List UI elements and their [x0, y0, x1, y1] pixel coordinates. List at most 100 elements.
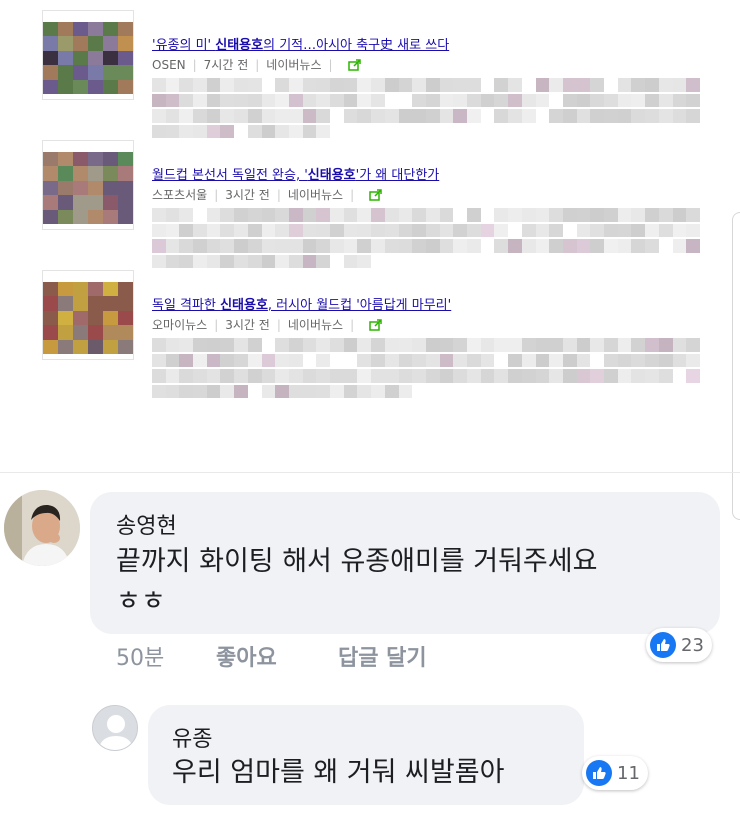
blur-pixel	[193, 208, 207, 222]
reply-reaction-count[interactable]: 11	[582, 756, 648, 790]
blur-pixel	[686, 124, 700, 138]
blur-pixel	[549, 254, 563, 268]
blur-pixel	[562, 124, 577, 138]
thumbnail-pixel	[58, 166, 73, 181]
blur-pixel	[631, 208, 646, 222]
blur-pixel	[152, 223, 166, 237]
thumbnail-pixel	[73, 209, 88, 224]
thumbnail-pixel	[118, 282, 133, 297]
news-section: '유종의 미' 신태용호의 기적…아시아 축구史 새로 쓰다 OSEN | 7시…	[0, 0, 740, 470]
thumbnail-pixel	[103, 152, 118, 167]
avatar[interactable]	[4, 490, 80, 566]
blur-pixel	[562, 239, 577, 253]
blur-pixel	[604, 124, 618, 138]
blur-pixel	[193, 239, 207, 253]
blur-pixel	[193, 124, 207, 138]
blur-pixel	[480, 124, 495, 138]
blur-pixel	[330, 223, 344, 237]
blur-pixel	[247, 338, 262, 352]
thumbnail-pixel	[58, 65, 73, 80]
blur-pixel	[261, 223, 276, 237]
blur-pixel	[521, 109, 536, 123]
news-portal-link[interactable]: 네이버뉴스	[266, 56, 321, 73]
scrollbar-edge[interactable]	[732, 212, 740, 520]
news-thumbnail[interactable]	[42, 270, 134, 360]
blur-pixel	[645, 93, 659, 107]
news-source: OSEN	[152, 57, 186, 72]
blur-pixel	[234, 254, 248, 268]
thumbnail-pixel	[43, 282, 58, 297]
blur-pixel	[206, 93, 221, 107]
thumbnail-pixel	[73, 325, 88, 340]
avatar-default[interactable]	[92, 705, 138, 751]
news-title-link[interactable]: 독일 격파한 신태용호, 러시아 월드컵 '아름답게 마무리'	[152, 294, 451, 313]
blur-pixel	[152, 93, 166, 107]
blur-pixel	[549, 239, 563, 253]
thumbnail-pixel	[103, 282, 118, 297]
blur-pixel	[357, 239, 372, 253]
section-divider	[0, 472, 740, 473]
reply-button[interactable]: 답글 달기	[338, 640, 427, 672]
blur-pixel	[686, 384, 700, 398]
blur-pixel	[193, 254, 207, 268]
blur-pixel	[398, 124, 413, 138]
blur-pixel	[439, 384, 454, 398]
blur-pixel	[521, 124, 536, 138]
blur-pixel	[316, 254, 331, 268]
news-thumbnail[interactable]	[42, 10, 134, 100]
blur-pixel	[508, 384, 522, 398]
blur-pixel	[330, 369, 344, 383]
blur-pixel	[672, 109, 687, 123]
thumbnail-pixel	[73, 79, 88, 94]
blur-pixel	[330, 93, 344, 107]
blur-pixel	[549, 124, 563, 138]
share-icon[interactable]	[369, 318, 383, 331]
blur-pixel	[672, 254, 687, 268]
blur-pixel	[467, 239, 481, 253]
blur-pixel	[549, 353, 563, 367]
blur-pixel	[508, 353, 522, 367]
blur-pixel	[425, 239, 440, 253]
thumbnail-pixel	[58, 79, 73, 94]
blur-pixel	[234, 338, 248, 352]
blur-pixel	[604, 239, 618, 253]
blur-pixel	[220, 384, 235, 398]
blur-pixel	[357, 78, 372, 92]
reply-author[interactable]: 유종	[172, 721, 212, 753]
blur-pixel	[398, 369, 413, 383]
profile-photo-icon	[4, 490, 80, 566]
blur-pixel	[521, 208, 536, 222]
blur-pixel	[261, 384, 276, 398]
blur-pixel	[521, 369, 536, 383]
blur-pixel	[220, 78, 235, 92]
blur-pixel	[193, 78, 207, 92]
like-button[interactable]: 좋아요	[216, 640, 338, 672]
blur-pixel	[152, 369, 166, 383]
share-icon[interactable]	[347, 58, 362, 71]
thumbnail-pixel	[73, 50, 88, 66]
thumbnail-pixel	[88, 152, 103, 167]
blur-pixel	[494, 353, 509, 367]
news-title-prefix: '유종의 미'	[152, 38, 216, 53]
blur-pixel	[590, 239, 605, 253]
blur-pixel	[357, 208, 372, 222]
news-title-link[interactable]: '유종의 미' 신태용호의 기적…아시아 축구史 새로 쓰다	[152, 34, 449, 53]
comment-time[interactable]: 50분	[116, 640, 216, 672]
share-icon[interactable]	[369, 188, 383, 201]
blur-pixel	[535, 254, 550, 268]
reaction-count[interactable]: 23	[646, 628, 712, 662]
blur-pixel	[206, 353, 221, 367]
blur-pixel	[604, 384, 618, 398]
blur-pixel	[343, 109, 358, 123]
news-portal-link[interactable]: 네이버뉴스	[288, 316, 343, 333]
news-portal-link[interactable]: 네이버뉴스	[288, 186, 343, 203]
comment-author[interactable]: 송영현	[116, 508, 177, 540]
blur-pixel	[658, 93, 673, 107]
blur-pixel	[412, 223, 426, 237]
news-title-link[interactable]: 월드컵 본선서 독일전 완승, '신태용호'가 왜 대단한가	[152, 164, 439, 183]
blur-pixel	[316, 208, 331, 222]
thumbnail-pixel	[88, 310, 103, 326]
blur-pixel	[672, 78, 687, 92]
news-thumbnail[interactable]	[42, 140, 134, 230]
blur-pixel	[357, 93, 372, 107]
